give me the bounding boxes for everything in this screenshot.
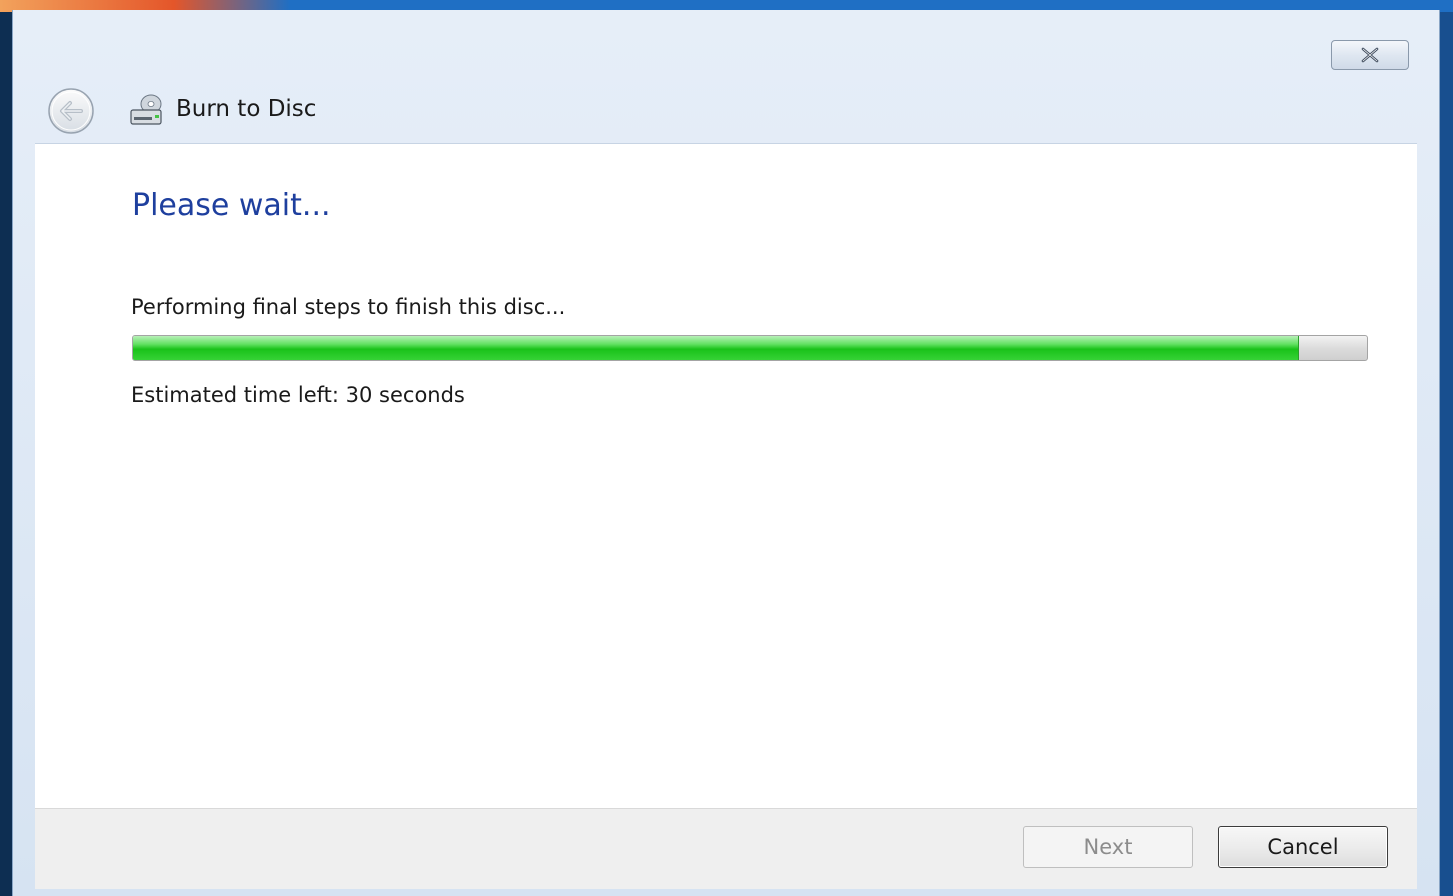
next-button[interactable]: Next xyxy=(1023,826,1193,868)
disc-burn-icon xyxy=(127,92,167,128)
cancel-button[interactable]: Cancel xyxy=(1218,826,1388,868)
backdrop-left-edge xyxy=(0,12,12,896)
backdrop-right-edge xyxy=(1439,12,1453,896)
close-button[interactable] xyxy=(1331,40,1409,70)
page-heading: Please wait... xyxy=(132,188,331,223)
back-button[interactable] xyxy=(39,86,103,136)
close-icon xyxy=(1361,47,1379,63)
wizard-footer: Next Cancel xyxy=(35,808,1417,889)
wizard-content: Please wait... Performing final steps to… xyxy=(35,143,1417,809)
status-text: Performing final steps to finish this di… xyxy=(131,295,566,319)
estimated-time-text: Estimated time left: 30 seconds xyxy=(131,383,465,407)
progress-fill xyxy=(133,336,1300,360)
burn-to-disc-window: Burn to Disc Please wait... Performing f… xyxy=(12,10,1440,896)
back-arrow-icon xyxy=(48,88,94,134)
window-title: Burn to Disc xyxy=(176,96,317,122)
burn-progress-bar xyxy=(132,335,1368,361)
